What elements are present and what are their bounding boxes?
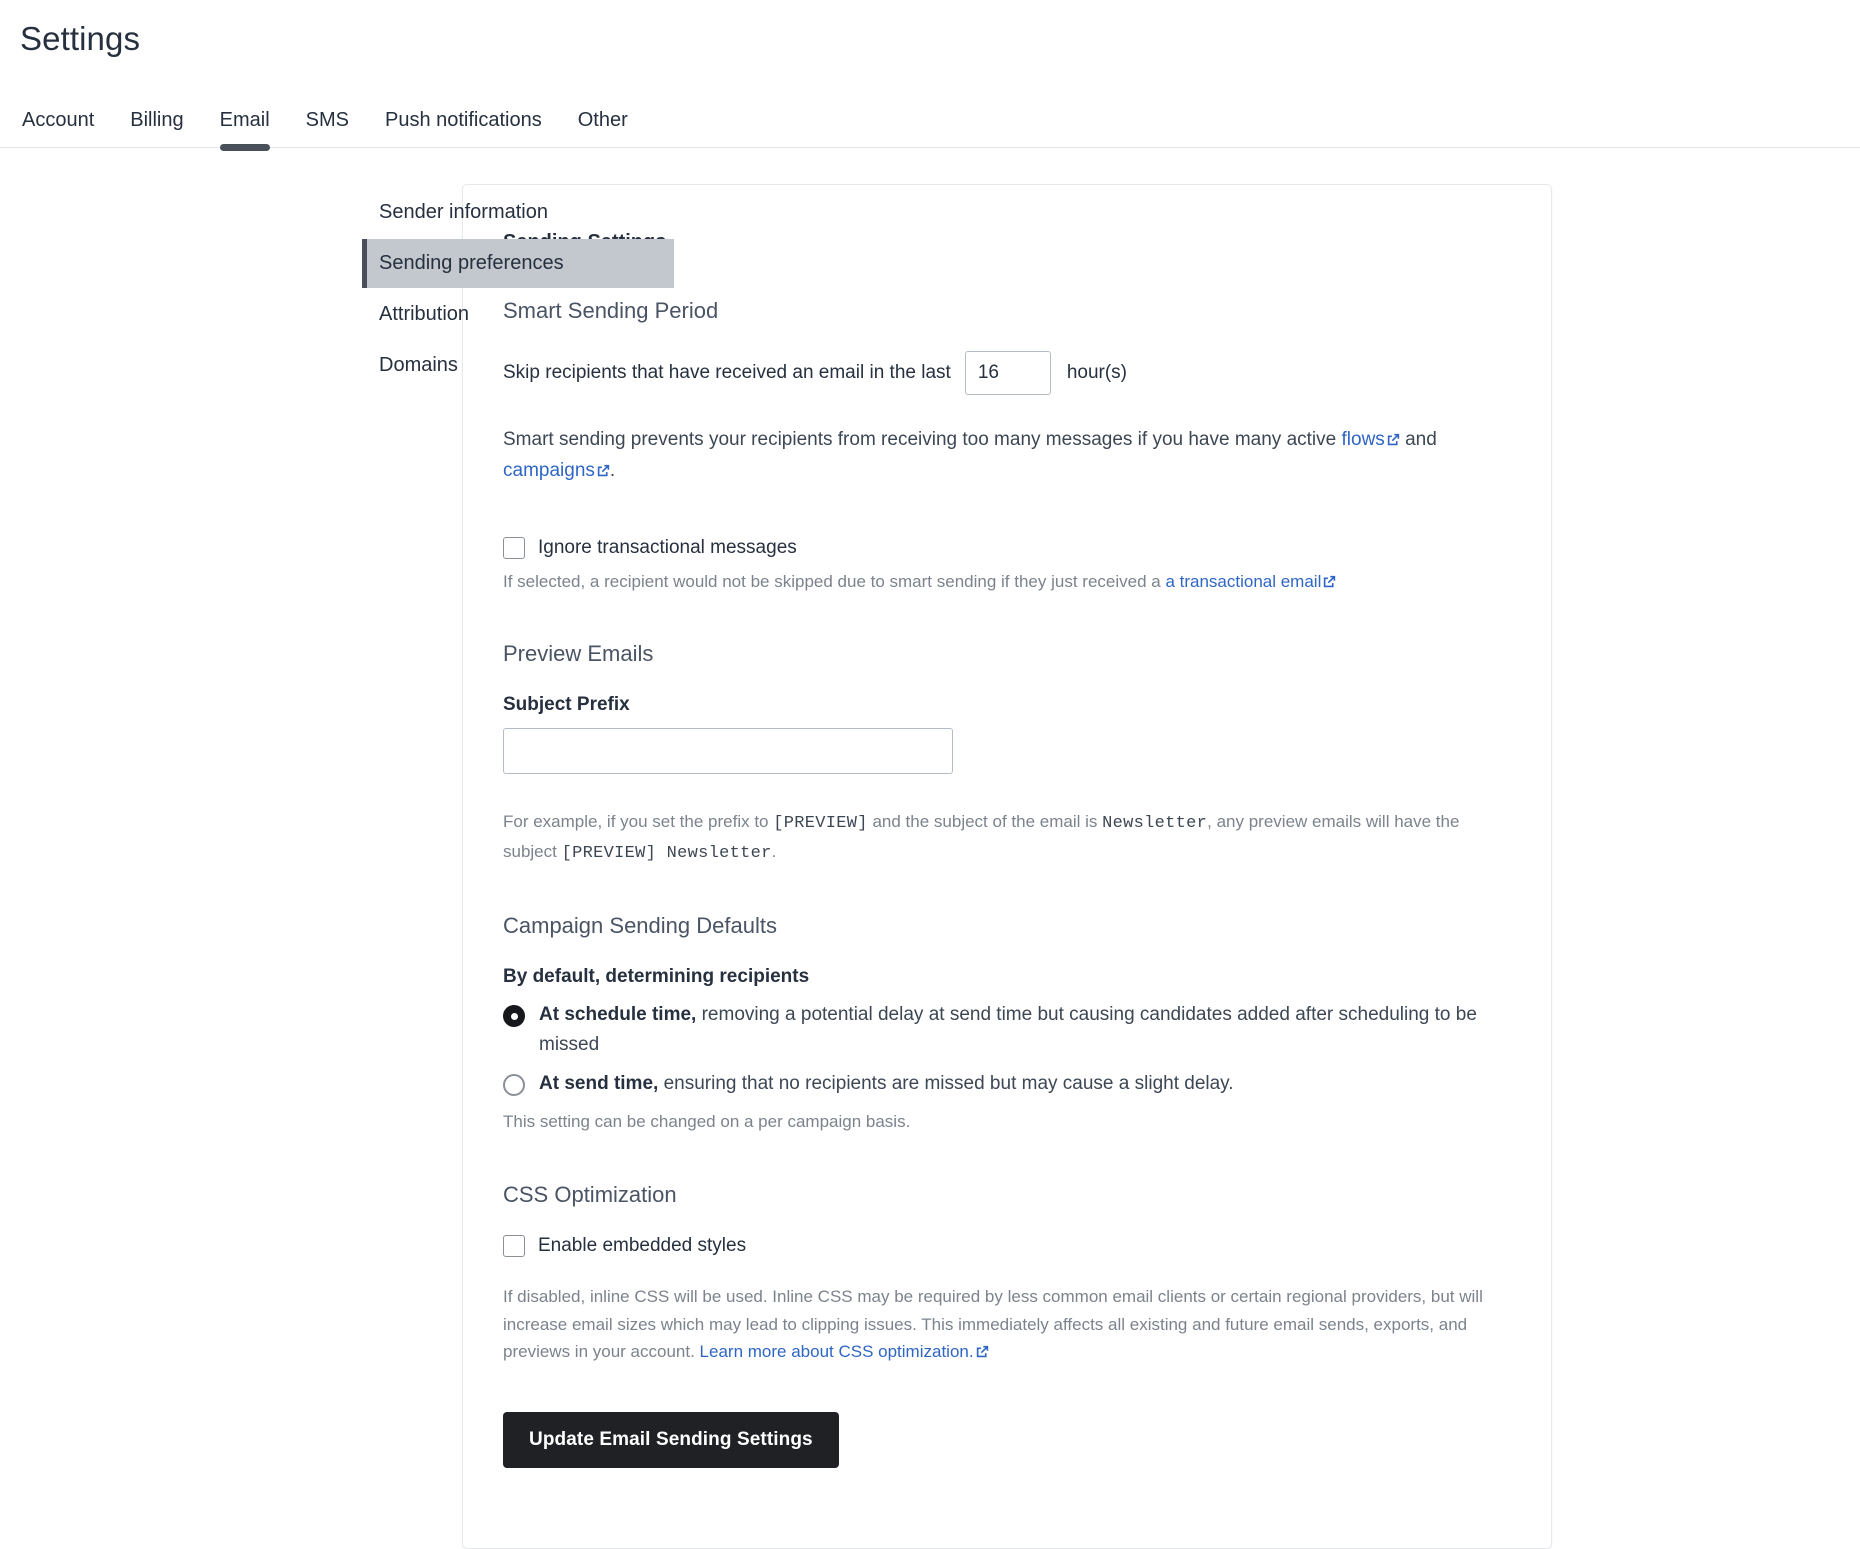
- section-title-campaign-sending-defaults: Campaign Sending Defaults: [503, 913, 777, 939]
- tab-account-label: Account: [22, 109, 95, 131]
- hours-suffix-label: hour(s): [1066, 362, 1127, 383]
- tab-other-label: Other: [577, 109, 628, 131]
- section-title-preview-emails: Preview Emails: [503, 641, 654, 667]
- campaign-defaults-footnote: This setting can be changed on a per cam…: [503, 1112, 911, 1132]
- smart-sending-description-text-2: and: [1399, 429, 1437, 450]
- radio-at-schedule-time-text: At schedule time, removing a potential d…: [539, 1000, 1503, 1059]
- sidebar-item-sender-information[interactable]: Sender information: [362, 188, 674, 237]
- sidebar-item-label: Sending preferences: [379, 252, 564, 274]
- radio-at-send-time-text: At send time, ensuring that no recipient…: [539, 1069, 1234, 1098]
- tab-account[interactable]: Account: [20, 110, 112, 147]
- ignore-transactional-label[interactable]: Ignore transactional messages: [538, 537, 797, 559]
- enable-embedded-styles-checkbox[interactable]: [503, 1234, 525, 1257]
- campaigns-link[interactable]: campaigns: [503, 460, 610, 481]
- section-title-css-optimization: CSS Optimization: [503, 1181, 677, 1207]
- smart-sending-description: Smart sending prevents your recipients f…: [503, 425, 1511, 487]
- update-email-sending-settings-button[interactable]: Update Email Sending Settings: [503, 1411, 839, 1468]
- external-link-icon: [1323, 575, 1336, 588]
- enable-embedded-styles-row: Enable embedded styles: [503, 1234, 1511, 1257]
- css-optimization-help: If disabled, inline CSS will be used. In…: [503, 1283, 1511, 1366]
- tab-billing-label: Billing: [130, 109, 184, 131]
- transactional-email-link[interactable]: a transactional email: [1165, 572, 1336, 591]
- external-link-icon: [597, 464, 610, 477]
- campaigns-link-label: campaigns: [503, 459, 595, 481]
- example-text-2: and the subject of the email is: [867, 812, 1103, 832]
- sidebar-item-attribution[interactable]: Attribution: [362, 290, 674, 339]
- settings-tabbar: Account Billing Email SMS Push notificat…: [0, 88, 1860, 151]
- sidebar-item-sending-preferences[interactable]: Sending preferences: [362, 239, 674, 288]
- tab-other[interactable]: Other: [560, 110, 646, 147]
- example-text-1: For example, if you set the prefix to: [503, 812, 774, 832]
- external-link-icon: [1387, 433, 1400, 446]
- subject-prefix-example: For example, if you set the prefix to [P…: [503, 808, 1511, 867]
- sidebar-item-label: Domains: [379, 354, 458, 376]
- settings-body: Sender information Sending preferences A…: [0, 148, 1860, 1549]
- smart-sending-description-text-3: .: [609, 459, 616, 481]
- radio-at-send-time-strong: At send time,: [539, 1073, 659, 1094]
- subject-prefix-input[interactable]: [503, 728, 953, 775]
- ignore-transactional-row: Ignore transactional messages: [503, 536, 1511, 559]
- example-code-result: [PREVIEW] Newsletter: [561, 843, 772, 863]
- tab-email[interactable]: Email: [202, 109, 288, 151]
- tab-billing[interactable]: Billing: [112, 110, 201, 147]
- page-title: Settings: [20, 20, 141, 57]
- smart-sending-hours-input[interactable]: [964, 351, 1051, 395]
- radio-at-send-time[interactable]: [503, 1074, 525, 1096]
- tab-email-label: Email: [219, 109, 270, 131]
- subject-prefix-label: Subject Prefix: [503, 694, 630, 716]
- radio-at-schedule-time[interactable]: [503, 1005, 525, 1028]
- tab-sms-label: SMS: [305, 109, 349, 131]
- tab-push-notifications[interactable]: Push notifications: [367, 110, 560, 147]
- radio-row-at-schedule-time[interactable]: At schedule time, removing a potential d…: [503, 1000, 1503, 1059]
- smart-sending-description-text-1: Smart sending prevents your recipients f…: [503, 429, 1342, 450]
- css-optimization-help-text: If disabled, inline CSS will be used. In…: [503, 1286, 1483, 1362]
- sidebar-item-label: Attribution: [379, 303, 470, 325]
- ignore-transactional-checkbox[interactable]: [503, 536, 525, 559]
- example-text-4: .: [771, 841, 777, 861]
- css-optimization-learn-more-label: Learn more about CSS optimization.: [699, 1342, 974, 1362]
- sidebar-item-domains[interactable]: Domains: [362, 341, 674, 390]
- radio-row-at-send-time[interactable]: At send time, ensuring that no recipient…: [503, 1069, 1503, 1098]
- flows-link-label: flows: [1341, 429, 1385, 450]
- transactional-email-link-label: a transactional email: [1165, 571, 1322, 591]
- tab-sms[interactable]: SMS: [288, 110, 367, 147]
- settings-sidebar: Sender information Sending preferences A…: [0, 184, 674, 392]
- sidebar-item-label: Sender information: [379, 201, 548, 223]
- ignore-transactional-help-text: If selected, a recipient would not be sk…: [503, 571, 1166, 591]
- determining-recipients-label: By default, determining recipients: [503, 966, 810, 988]
- ignore-transactional-help: If selected, a recipient would not be sk…: [503, 568, 1511, 596]
- tab-push-notifications-label: Push notifications: [384, 109, 542, 131]
- example-code-subject: Newsletter: [1102, 814, 1208, 834]
- external-link-icon: [976, 1345, 989, 1358]
- flows-link[interactable]: flows: [1342, 429, 1400, 450]
- css-optimization-learn-more-link[interactable]: Learn more about CSS optimization.: [700, 1342, 989, 1361]
- enable-embedded-styles-label[interactable]: Enable embedded styles: [538, 1235, 746, 1257]
- radio-at-send-time-rest: ensuring that no recipients are missed b…: [658, 1073, 1234, 1094]
- example-code-prefix: [PREVIEW]: [773, 814, 868, 834]
- radio-at-schedule-time-strong: At schedule time,: [539, 1004, 697, 1026]
- tab-active-underline: [219, 144, 270, 151]
